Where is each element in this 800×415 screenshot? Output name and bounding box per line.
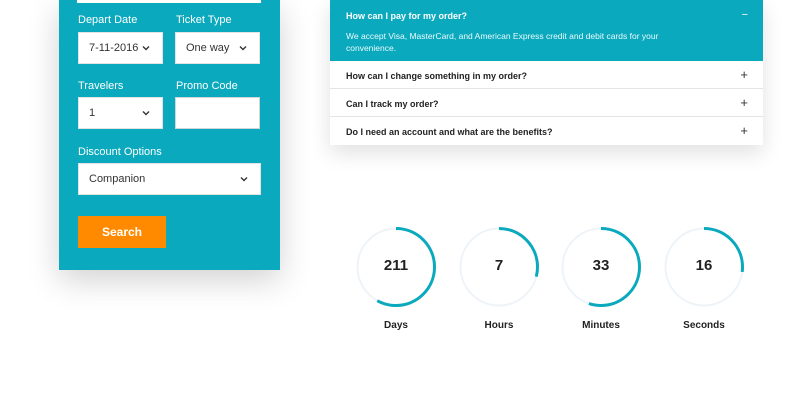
ticket-type-label: Ticket Type bbox=[176, 14, 232, 26]
countdown-value: 211 bbox=[383, 257, 409, 274]
countdown-seconds: 16 Seconds bbox=[664, 227, 744, 337]
chevron-down-icon bbox=[240, 177, 248, 182]
faq-question: How can I change something in my order? bbox=[346, 71, 528, 81]
faq-answer: We accept Visa, MasterCard, and American… bbox=[346, 31, 659, 53]
countdown-minutes: 33 Minutes bbox=[561, 227, 641, 337]
faq-question: How can I pay for my order? bbox=[346, 11, 468, 21]
countdown-value: 33 bbox=[592, 257, 610, 274]
plus-icon[interactable]: + bbox=[740, 123, 748, 138]
countdown-days: 211 Days bbox=[356, 227, 436, 337]
travelers-label: Travelers bbox=[78, 80, 124, 92]
faq-item[interactable]: Do I need an account and what are the be… bbox=[330, 117, 763, 145]
faq-accordion: How can I pay for my order? − We accept … bbox=[330, 0, 763, 145]
plus-icon[interactable]: + bbox=[740, 95, 748, 110]
faq-item[interactable]: Can I track my order? + bbox=[330, 89, 763, 117]
countdown-value: 16 bbox=[695, 257, 713, 274]
travelers-select[interactable]: 1 bbox=[78, 97, 163, 129]
countdown-label: Days bbox=[384, 320, 408, 331]
countdown-hours: 7 Hours bbox=[459, 227, 539, 337]
promo-code-label: Promo Code bbox=[176, 80, 238, 92]
countdown-label: Hours bbox=[484, 320, 514, 331]
chevron-down-icon bbox=[142, 46, 150, 51]
ticket-type-value: One way bbox=[186, 42, 230, 54]
discount-options-select[interactable]: Companion bbox=[78, 163, 261, 195]
countdown-label: Seconds bbox=[683, 320, 725, 331]
ticket-type-select[interactable]: One way bbox=[175, 32, 260, 64]
plus-icon[interactable]: + bbox=[740, 67, 748, 82]
minus-icon[interactable]: − bbox=[742, 9, 748, 21]
countdown-value: 7 bbox=[494, 257, 504, 274]
discount-options-value: Companion bbox=[89, 173, 146, 185]
depart-date-value: 7-11-2016 bbox=[89, 42, 139, 54]
faq-item-open[interactable]: How can I pay for my order? − We accept … bbox=[330, 0, 763, 61]
booking-panel: Depart Date 7-11-2016 Ticket Type One wa… bbox=[59, 0, 280, 270]
countdown-label: Minutes bbox=[582, 320, 620, 331]
search-button[interactable]: Search bbox=[78, 216, 166, 248]
faq-item[interactable]: How can I change something in my order? … bbox=[330, 61, 763, 89]
discount-options-label: Discount Options bbox=[78, 146, 162, 158]
chevron-down-icon bbox=[239, 46, 247, 51]
travelers-value: 1 bbox=[89, 107, 96, 119]
panel-top-strip bbox=[77, 0, 261, 3]
faq-question: Do I need an account and what are the be… bbox=[346, 127, 553, 137]
chevron-down-icon bbox=[142, 111, 150, 116]
depart-date-label: Depart Date bbox=[78, 14, 138, 26]
faq-question: Can I track my order? bbox=[346, 99, 439, 109]
promo-code-input[interactable] bbox=[175, 97, 260, 129]
depart-date-select[interactable]: 7-11-2016 bbox=[78, 32, 163, 64]
